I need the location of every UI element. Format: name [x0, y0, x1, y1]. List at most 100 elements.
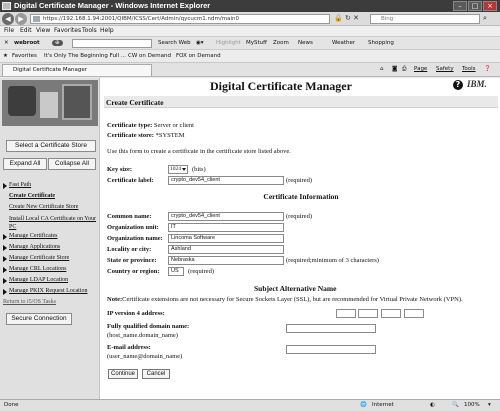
tools-menu[interactable]: Tools: [462, 66, 476, 72]
nav-create-new-store[interactable]: Create New Certificate Store: [3, 202, 98, 213]
expand-arrow-icon: [3, 289, 7, 295]
tab-dcm[interactable]: Digital Certificate Manager: [2, 64, 152, 76]
help-icon[interactable]: ?: [453, 80, 463, 90]
secure-connection-button[interactable]: Secure Connection: [6, 313, 72, 325]
common-name-label: Common name:: [107, 213, 152, 220]
toolbar-logo-icon[interactable]: ⊕: [52, 40, 63, 46]
common-name-input[interactable]: crypto_dev54_client: [168, 212, 284, 221]
cert-label-input[interactable]: crypto_dev54_client: [168, 176, 284, 185]
page-menu[interactable]: Page: [414, 66, 427, 72]
lock-icon[interactable]: 🔒: [334, 14, 343, 22]
feeds-icon[interactable]: ◙: [392, 66, 397, 72]
zoom-icon[interactable]: 🔍: [452, 402, 459, 408]
forward-button[interactable]: ▶: [15, 13, 27, 25]
menu-bar: File Edit View Favorites Tools Help: [0, 26, 500, 36]
select-store-button[interactable]: Select a Certificate Store: [6, 140, 96, 152]
org-unit-label: Organization unit:: [107, 224, 159, 231]
state-required-note: (required;minimum of 3 characters): [286, 257, 379, 264]
search-input[interactable]: Bing: [370, 14, 480, 24]
cancel-button[interactable]: Cancel: [142, 369, 170, 379]
favorites-button[interactable]: Favorites: [12, 53, 37, 59]
zoom-button[interactable]: Zoom: [273, 40, 289, 46]
expand-all-button[interactable]: Expand All: [3, 158, 47, 170]
org-name-input[interactable]: Lincoma Software: [168, 234, 284, 243]
state-input[interactable]: Nebraska: [168, 256, 284, 265]
ip-octet-3-input[interactable]: [381, 309, 401, 318]
key-size-select[interactable]: 1024: [168, 165, 188, 174]
favorite-item[interactable]: FOX on Demand: [176, 53, 221, 59]
shopping-button[interactable]: Shopping: [368, 40, 394, 46]
toolbar-close-icon[interactable]: ✕: [4, 40, 9, 46]
url-field[interactable]: https://192.168.1.94:2001/QIBM/ICSS/Cert…: [30, 14, 330, 24]
locality-input[interactable]: Ashland: [168, 245, 284, 254]
status-text: Done: [4, 402, 19, 408]
nav-manage-certificates[interactable]: Manage Certificates: [3, 231, 98, 242]
search-web-button[interactable]: Search Web: [158, 40, 191, 46]
dcm-logo-image: [2, 80, 98, 126]
nav-manage-applications[interactable]: Manage Applications: [3, 242, 98, 253]
menu-file[interactable]: File: [4, 27, 14, 34]
nav-install-ca-cert[interactable]: Install Local CA Certificate on Your PC: [3, 213, 98, 231]
home-icon[interactable]: ⌂: [380, 66, 384, 72]
menu-favorites[interactable]: Favorites: [54, 27, 81, 34]
globe-icon: 🌐: [360, 402, 367, 408]
close-button[interactable]: ×: [483, 1, 497, 11]
menu-edit[interactable]: Edit: [20, 27, 32, 34]
maximize-button[interactable]: □: [468, 1, 482, 11]
nav-manage-ldap[interactable]: Manage LDAP Location: [3, 275, 98, 286]
mystuff-button[interactable]: MyStuff: [246, 40, 267, 46]
protected-mode-icon[interactable]: ◐: [430, 402, 435, 408]
instructions: Use this form to create a certificate in…: [107, 148, 291, 155]
zoom-level[interactable]: 100%: [464, 402, 480, 408]
org-unit-input[interactable]: IT: [168, 223, 284, 232]
ip-octet-2-input[interactable]: [358, 309, 378, 318]
refresh-icon[interactable]: ↻: [345, 14, 351, 22]
menu-help[interactable]: Help: [100, 27, 114, 34]
email-input[interactable]: [286, 345, 376, 354]
webroot-logo[interactable]: webroot: [14, 40, 40, 46]
required-note: (required): [286, 177, 312, 184]
minimize-button[interactable]: –: [453, 1, 467, 11]
nav-manage-pkix[interactable]: Manage PKIX Request Location: [3, 286, 98, 297]
cert-label-label: Certificate label:: [107, 177, 154, 184]
safety-menu[interactable]: Safety: [436, 66, 454, 72]
san-title: Subject Alternative Name: [254, 284, 337, 293]
state-label: State or province:: [107, 257, 157, 264]
chevron-down-icon[interactable]: ▾: [488, 402, 491, 408]
key-size-label: Key size:: [107, 166, 133, 173]
ip-label: IP version 4 address:: [107, 310, 165, 317]
highlight-button[interactable]: Highlight: [216, 40, 241, 46]
stop-icon[interactable]: ✕: [353, 14, 359, 22]
toolbar-search-input[interactable]: [72, 39, 152, 48]
collapse-all-button[interactable]: Collapse All: [48, 158, 96, 170]
nav-manage-crl[interactable]: Manage CRL Locations: [3, 264, 98, 275]
print-icon[interactable]: ⎙: [402, 66, 406, 73]
menu-tools[interactable]: Tools: [82, 27, 97, 34]
page-content: Select a Certificate Store Expand All Co…: [0, 78, 500, 399]
nav-fast-path[interactable]: Fast Path: [3, 180, 98, 191]
nav-manage-cert-store[interactable]: Manage Certificate Store: [3, 253, 98, 264]
country-label: Country or region:: [107, 268, 160, 275]
tab-label: Digital Certificate Manager: [13, 67, 88, 73]
nav-create-certificate[interactable]: Create Certificate: [3, 191, 98, 202]
search-icon[interactable]: ⌕: [483, 14, 487, 23]
help-menu-icon[interactable]: ❓: [484, 66, 491, 72]
nav-return-tasks[interactable]: Return to i5/OS Tasks: [3, 297, 98, 308]
news-button[interactable]: News: [298, 40, 313, 46]
ip-octet-4-input[interactable]: [404, 309, 424, 318]
weather-button[interactable]: Weather: [332, 40, 355, 46]
expand-arrow-icon: [3, 278, 7, 284]
favorites-star-icon[interactable]: ★: [3, 53, 8, 59]
continue-button[interactable]: Continue: [108, 369, 138, 379]
back-button[interactable]: ◀: [2, 13, 14, 25]
cert-info-title: Certificate Information: [263, 192, 339, 201]
fqdn-label: Fully qualified domain name:: [107, 323, 190, 330]
country-input[interactable]: US: [168, 267, 184, 276]
favorite-item[interactable]: CW on Demand: [128, 53, 171, 59]
toolbar-options-icon[interactable]: ◉▾: [196, 40, 204, 46]
fqdn-input[interactable]: [286, 324, 376, 333]
ip-octet-1-input[interactable]: [336, 309, 356, 318]
san-note: Note:Certificate extensions are not nece…: [107, 296, 463, 303]
favorite-item[interactable]: It's Only The Beginning Full ...: [44, 53, 126, 59]
menu-view[interactable]: View: [36, 27, 50, 34]
